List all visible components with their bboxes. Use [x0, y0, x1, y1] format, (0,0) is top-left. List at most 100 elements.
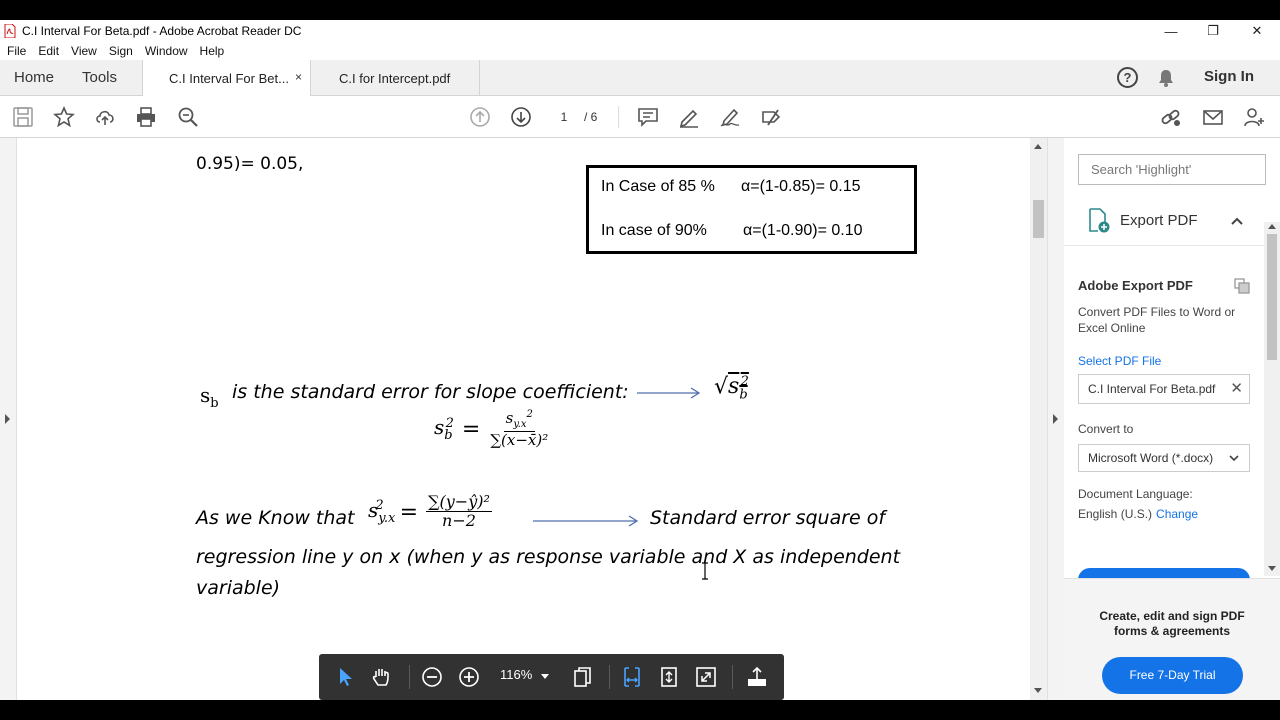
tab-other-label: C.I for Intercept.pdf: [339, 70, 451, 86]
sb-squared-formula: sb2 = sy.x2 ∑(x−x̄)²: [434, 409, 549, 449]
scroll-thumb[interactable]: [1033, 200, 1044, 238]
main-toolbar: 1 / 6: [0, 96, 1280, 138]
tab-close-button[interactable]: ×: [295, 70, 302, 84]
page-total: / 6: [584, 110, 598, 124]
export-description: Convert PDF Files to Word or Excel Onlin…: [1078, 305, 1236, 335]
fit-page-icon[interactable]: [657, 665, 681, 689]
page-number-input[interactable]: 1: [551, 106, 577, 128]
expand-left-arrow-icon: [5, 414, 10, 424]
box-row2-value: α=(1-0.90)= 0.10: [743, 222, 863, 239]
next-page-icon[interactable]: [510, 106, 532, 128]
zoom-level[interactable]: 116%: [500, 667, 532, 682]
menu-window[interactable]: Window: [145, 42, 188, 60]
acrobat-pdf-icon: [4, 24, 16, 38]
tool-search-input[interactable]: Search 'Highlight': [1078, 154, 1266, 185]
tab-other-document[interactable]: C.I for Intercept.pdf: [311, 60, 480, 96]
free-trial-button[interactable]: Free 7-Day Trial: [1102, 657, 1243, 694]
panel-scroll-up-icon[interactable]: [1268, 224, 1276, 229]
bookmark-star-icon[interactable]: [53, 106, 75, 128]
arrow-right-icon-2: [533, 515, 639, 527]
adobe-export-title: Adobe Export PDF: [1078, 278, 1193, 293]
alpha-values-box: In Case of 85 % α=(1-0.85)= 0.15 In case…: [586, 165, 917, 254]
add-user-icon[interactable]: [1243, 106, 1265, 128]
box-row1-label: In Case of 85 %: [601, 178, 715, 195]
variable-text: variable): [196, 577, 281, 599]
convert-format-value: Microsoft Word (*.docx): [1088, 451, 1214, 465]
menu-edit[interactable]: Edit: [38, 42, 59, 60]
minimize-button[interactable]: —: [1149, 20, 1193, 42]
toolbar-divider: [618, 106, 619, 128]
menu-sign[interactable]: Sign: [109, 42, 133, 60]
zoom-search-icon[interactable]: [177, 106, 199, 128]
standard-error-text: Standard error square of: [650, 507, 886, 529]
zoom-out-icon[interactable]: [420, 665, 444, 689]
full-screen-icon[interactable]: [694, 665, 718, 689]
tools-side-panel: Search 'Highlight' Export PDF Adobe Expo…: [1064, 138, 1280, 700]
selected-file-name: C.I Interval For Beta.pdf: [1088, 382, 1216, 396]
fit-width-icon[interactable]: [620, 665, 644, 689]
tab-active-label: C.I Interval For Bet...: [169, 70, 289, 86]
left-panel-toggle[interactable]: [0, 138, 17, 700]
right-panel-toggle[interactable]: [1047, 138, 1064, 700]
zoom-in-icon[interactable]: [457, 665, 481, 689]
close-window-button[interactable]: ✕: [1235, 20, 1279, 42]
share-link-icon[interactable]: [1160, 106, 1182, 128]
help-icon[interactable]: ?: [1117, 67, 1138, 88]
page-display-icon[interactable]: [571, 665, 595, 689]
document-language-value: English (U.S.) Change: [1078, 507, 1199, 521]
notification-bell-icon[interactable]: [1157, 68, 1175, 88]
panel-scroll-down-icon[interactable]: [1268, 566, 1276, 571]
document-scrollbar[interactable]: [1030, 138, 1047, 700]
highlight-pen-icon[interactable]: [678, 106, 700, 128]
select-arrow-icon[interactable]: [333, 665, 357, 689]
selected-file-field[interactable]: C.I Interval For Beta.pdf ✕: [1078, 374, 1250, 404]
tab-active-document[interactable]: C.I Interval For Bet... ×: [142, 60, 311, 96]
floatbar-divider-2: [609, 665, 610, 689]
zoom-dropdown-icon[interactable]: [540, 674, 550, 680]
menu-help[interactable]: Help: [200, 42, 225, 60]
box-row2-label: In case of 90%: [601, 222, 707, 239]
side-panel-scrollbar[interactable]: [1264, 222, 1280, 576]
upload-cloud-icon[interactable]: [94, 106, 116, 128]
box-row1-value: α=(1-0.85)= 0.15: [741, 178, 861, 195]
menu-view[interactable]: View: [71, 42, 97, 60]
floating-page-controls: 116%: [319, 654, 784, 700]
document-language-label: Document Language:: [1078, 487, 1193, 501]
floatbar-share-icon[interactable]: [745, 665, 769, 689]
copy-icon[interactable]: [1234, 278, 1250, 294]
panel-scroll-thumb[interactable]: [1267, 234, 1277, 360]
hand-tool-icon[interactable]: [369, 665, 393, 689]
chevron-up-icon[interactable]: [1230, 214, 1244, 228]
title-bar: C.I Interval For Beta.pdf - Adobe Acroba…: [0, 20, 1280, 42]
sign-in-button[interactable]: Sign In: [1204, 68, 1254, 85]
menu-file[interactable]: File: [7, 42, 26, 60]
change-language-link[interactable]: Change: [1156, 507, 1198, 521]
collapse-right-arrow-icon: [1053, 414, 1058, 424]
export-pdf-header[interactable]: Export PDF: [1064, 200, 1264, 246]
fill-and-sign-icon[interactable]: [760, 106, 782, 128]
document-viewport[interactable]: 0.95)= 0.05, In Case of 85 % α=(1-0.85)=…: [0, 138, 1064, 700]
floatbar-divider-3: [732, 665, 733, 689]
scroll-down-arrow-icon[interactable]: [1034, 688, 1042, 693]
text-cursor-icon: [702, 562, 708, 580]
arrow-right-icon: [637, 387, 701, 399]
scroll-up-arrow-icon[interactable]: [1034, 144, 1042, 149]
draw-sign-icon[interactable]: [719, 106, 741, 128]
screen-bottom-bar: [0, 700, 1280, 720]
comment-icon[interactable]: [637, 106, 659, 128]
window-title: C.I Interval For Beta.pdf - Adobe Acroba…: [22, 24, 302, 38]
select-pdf-file-link[interactable]: Select PDF File: [1078, 354, 1161, 368]
chevron-down-icon: [1229, 455, 1239, 462]
trial-promo: Create, edit and sign PDF forms & agreem…: [1064, 578, 1280, 700]
maximize-button[interactable]: ❐: [1191, 20, 1235, 42]
clear-file-icon[interactable]: ✕: [1230, 375, 1243, 403]
tab-bar: Home Tools C.I Interval For Bet... × C.I…: [0, 60, 1280, 96]
menu-bar: File Edit View Sign Window Help: [0, 42, 1280, 60]
email-icon[interactable]: [1202, 106, 1224, 128]
tab-tools[interactable]: Tools: [82, 69, 117, 86]
convert-format-select[interactable]: Microsoft Word (*.docx): [1078, 444, 1250, 472]
tab-home[interactable]: Home: [14, 69, 54, 86]
print-icon[interactable]: [135, 106, 157, 128]
previous-page-icon[interactable]: [469, 106, 491, 128]
save-icon[interactable]: [12, 106, 34, 128]
